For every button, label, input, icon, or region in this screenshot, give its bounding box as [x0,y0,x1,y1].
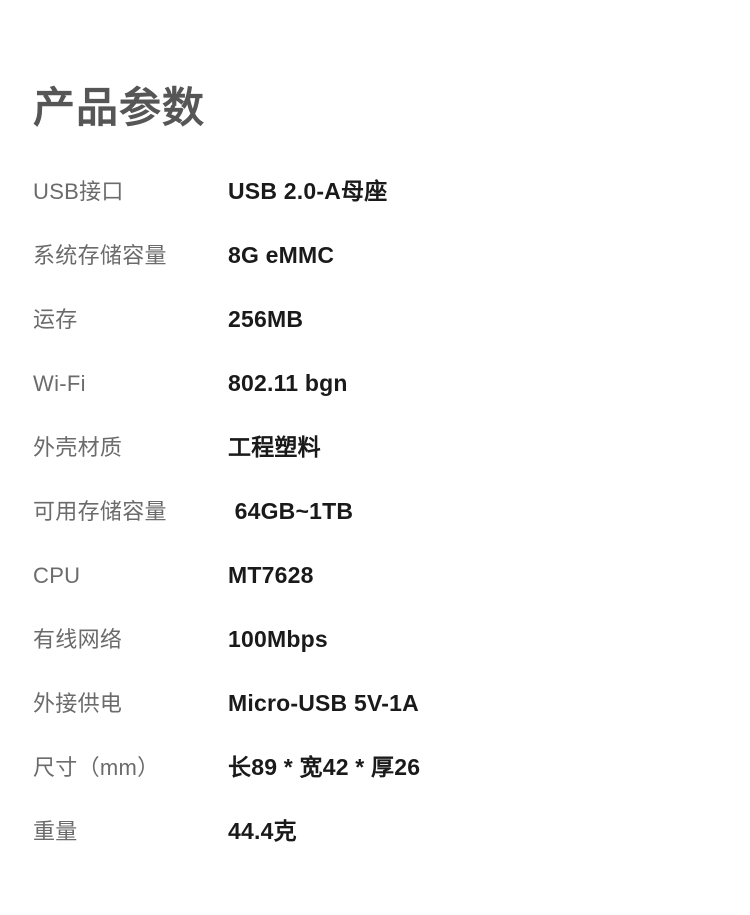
page-title: 产品参数 [33,84,206,131]
spec-value-usable-storage: 64GB~1TB [228,498,354,524]
spec-label-wifi: Wi-Fi [33,371,86,396]
spec-label-wired-network: 有线网络 [33,627,123,652]
spec-label-usable-storage: 可用存储容量 [33,499,167,524]
table-row: 运存 256MB [33,304,723,368]
spec-label-system-storage: 系统存储容量 [33,243,167,268]
spec-value-weight: 44.4克 [228,818,297,844]
spec-value-wifi: 802.11 bgn [228,370,348,396]
spec-label-usb-interface: USB接口 [33,179,124,204]
spec-label-dimensions: 尺寸（mm） [33,755,160,780]
spec-value-usb-interface: USB 2.0-A母座 [228,178,388,204]
product-spec-sheet: 产品参数 USB接口 USB 2.0-A母座 系统存储容量 8G eMMC 运存… [0,0,750,915]
spec-label-external-power: 外接供电 [33,691,123,716]
spec-value-dimensions: 长89 * 宽42 * 厚26 [228,754,421,780]
spec-value-cpu: MT7628 [228,562,314,588]
spec-table: USB接口 USB 2.0-A母座 系统存储容量 8G eMMC 运存 256M… [33,176,723,880]
table-row: 外接供电 Micro-USB 5V-1A [33,688,723,752]
spec-label-cpu: CPU [33,563,81,588]
table-row: Wi-Fi 802.11 bgn [33,368,723,432]
table-row: USB接口 USB 2.0-A母座 [33,176,723,240]
spec-value-wired-network: 100Mbps [228,626,328,652]
spec-value-system-storage: 8G eMMC [228,242,335,268]
spec-label-weight: 重量 [33,819,78,844]
spec-value-shell-material: 工程塑料 [228,434,321,460]
table-row: 可用存储容量 64GB~1TB [33,496,723,560]
spec-label-ram: 运存 [33,307,78,332]
table-row: 重量 44.4克 [33,816,723,880]
table-row: 尺寸（mm） 长89 * 宽42 * 厚26 [33,752,723,816]
table-row: 外壳材质 工程塑料 [33,432,723,496]
spec-value-external-power: Micro-USB 5V-1A [228,690,419,716]
table-row: CPU MT7628 [33,560,723,624]
spec-label-shell-material: 外壳材质 [33,435,123,460]
spec-value-ram: 256MB [228,306,304,332]
table-row: 系统存储容量 8G eMMC [33,240,723,304]
table-row: 有线网络 100Mbps [33,624,723,688]
